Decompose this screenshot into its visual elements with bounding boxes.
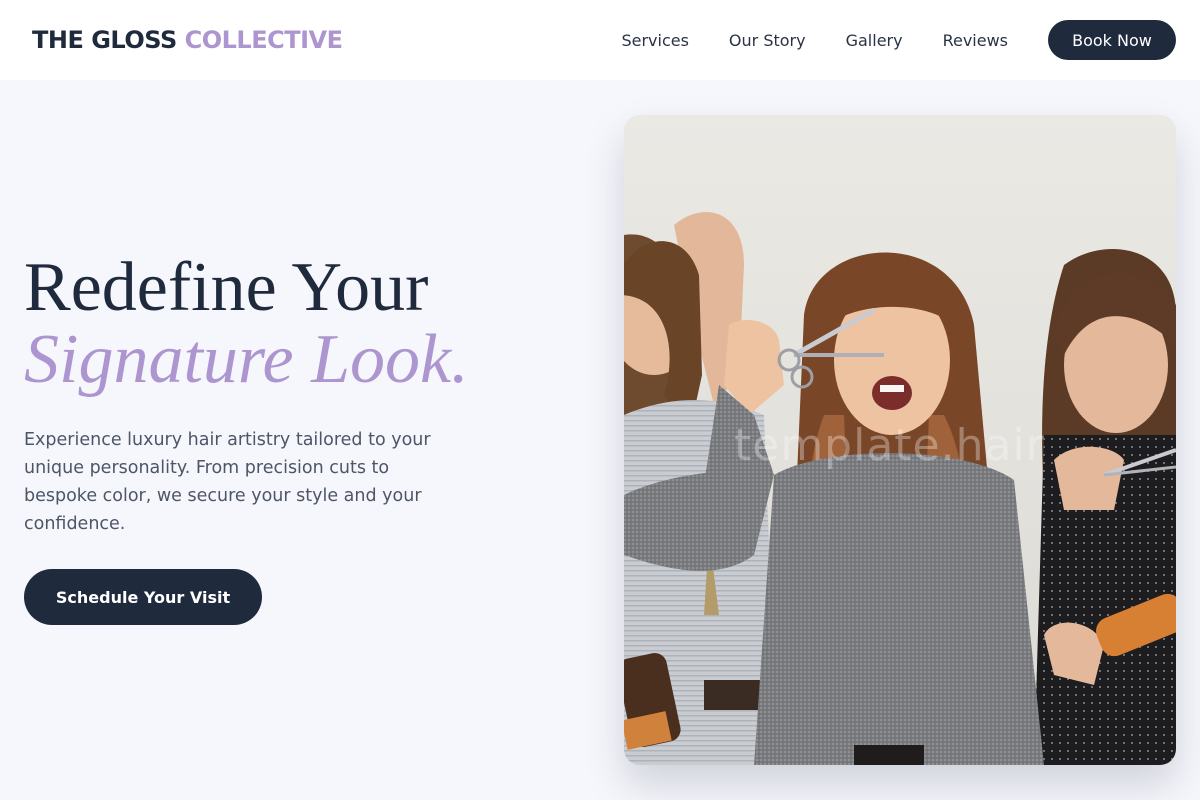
- nav-link-gallery[interactable]: Gallery: [846, 31, 903, 50]
- brand-name-accent: COLLECTIVE: [184, 26, 343, 54]
- brand-logo[interactable]: THE GLOSS COLLECTIVE: [32, 26, 343, 54]
- site-header: THE GLOSS COLLECTIVE Services Our Story …: [0, 0, 1200, 80]
- headline-line-2: Signature Look.: [24, 321, 469, 398]
- hero-headline: Redefine Your Signature Look.: [24, 252, 544, 396]
- schedule-visit-button[interactable]: Schedule Your Visit: [24, 569, 262, 625]
- book-now-button[interactable]: Book Now: [1048, 20, 1176, 60]
- main-nav: Services Our Story Gallery Reviews Book …: [621, 20, 1176, 60]
- nav-link-services[interactable]: Services: [621, 31, 688, 50]
- hero-description: Experience luxury hair artistry tailored…: [24, 430, 431, 534]
- headline-line-1: Redefine Your: [24, 249, 429, 326]
- brand-name-main: THE GLOSS: [32, 26, 177, 54]
- nav-link-our-story[interactable]: Our Story: [729, 31, 806, 50]
- nav-link-reviews[interactable]: Reviews: [943, 31, 1008, 50]
- hero-text: Redefine Your Signature Look. Experience…: [24, 252, 544, 625]
- hero-photo: template.hair: [624, 115, 1176, 765]
- image-watermark: template.hair: [734, 420, 1045, 471]
